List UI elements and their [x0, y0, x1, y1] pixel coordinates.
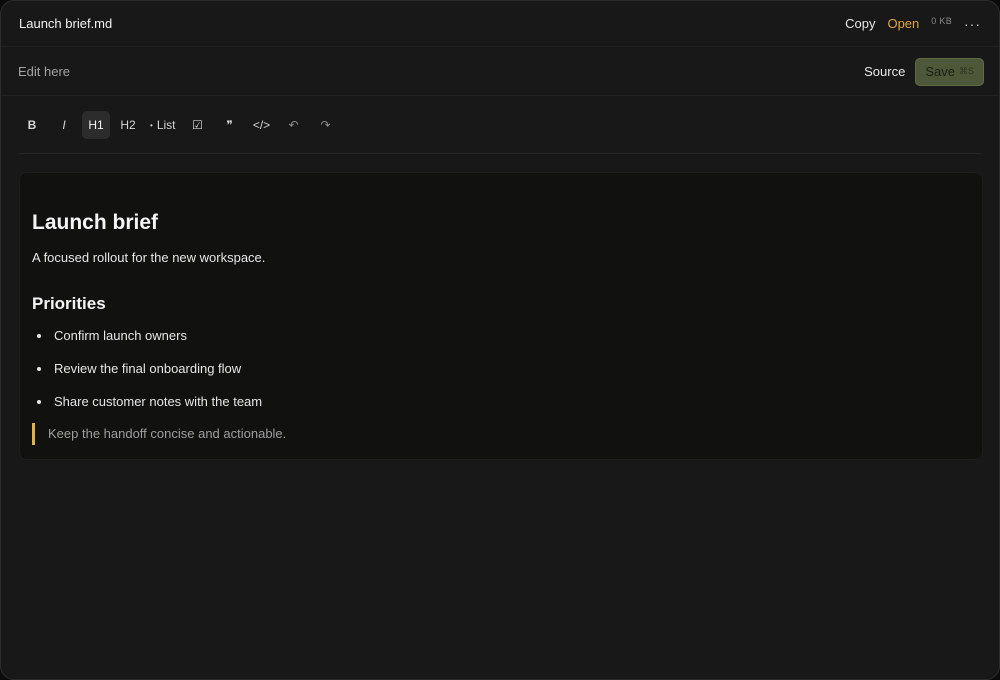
italic-button[interactable]: I: [50, 111, 78, 139]
list-item: Review the final onboarding flow: [32, 360, 970, 378]
editor-window: Launch brief.md Copy Open 0 KB ··· Edit …: [0, 0, 1000, 680]
code-icon[interactable]: </>: [248, 111, 276, 139]
save-label: Save: [925, 64, 955, 79]
format-toolbar: B I H1 H2 • List ☑ ❞ </> ↶ ↷: [18, 97, 982, 154]
list-item: Share customer notes with the team: [32, 393, 970, 411]
document-preview[interactable]: Launch brief A focused rollout for the n…: [19, 172, 983, 460]
bold-button[interactable]: B: [18, 111, 46, 139]
heading1-button[interactable]: H1: [82, 111, 110, 139]
blockquote: Keep the handoff concise and actionable.: [32, 423, 970, 445]
open-button[interactable]: Open: [887, 16, 919, 31]
save-shortcut: ⌘S: [958, 66, 974, 76]
copy-button[interactable]: Copy: [845, 16, 875, 31]
save-button[interactable]: Save ⌘S: [915, 57, 984, 86]
edit-actions: Source Save ⌘S: [864, 57, 984, 86]
source-button[interactable]: Source: [864, 64, 905, 79]
heading2-button[interactable]: H2: [114, 111, 142, 139]
document-lead: A focused rollout for the new workspace.: [32, 250, 266, 265]
undo-icon[interactable]: ↶: [280, 111, 308, 139]
title-bar: Launch brief.md Copy Open 0 KB ···: [1, 1, 999, 47]
list-button[interactable]: • List: [146, 111, 180, 139]
section-heading: Priorities: [32, 294, 106, 313]
task-list-icon[interactable]: ☑: [184, 111, 212, 139]
edit-bar: Edit here Source Save ⌘S: [1, 48, 999, 96]
more-options-icon[interactable]: ···: [964, 16, 981, 32]
redo-icon[interactable]: ↷: [312, 111, 340, 139]
list-item: Confirm launch owners: [32, 327, 970, 345]
file-name: Launch brief.md: [19, 16, 113, 31]
edit-hint: Edit here: [18, 64, 71, 79]
file-size-badge: 0 KB: [931, 15, 952, 26]
list-label: List: [156, 118, 176, 132]
document-title: Launch brief: [32, 211, 159, 234]
bullet-icon: •: [150, 120, 153, 130]
quote-icon[interactable]: ❞: [216, 111, 244, 139]
priority-list: Confirm launch owners Review the final o…: [32, 327, 970, 411]
title-actions: Copy Open 0 KB ···: [833, 16, 981, 32]
